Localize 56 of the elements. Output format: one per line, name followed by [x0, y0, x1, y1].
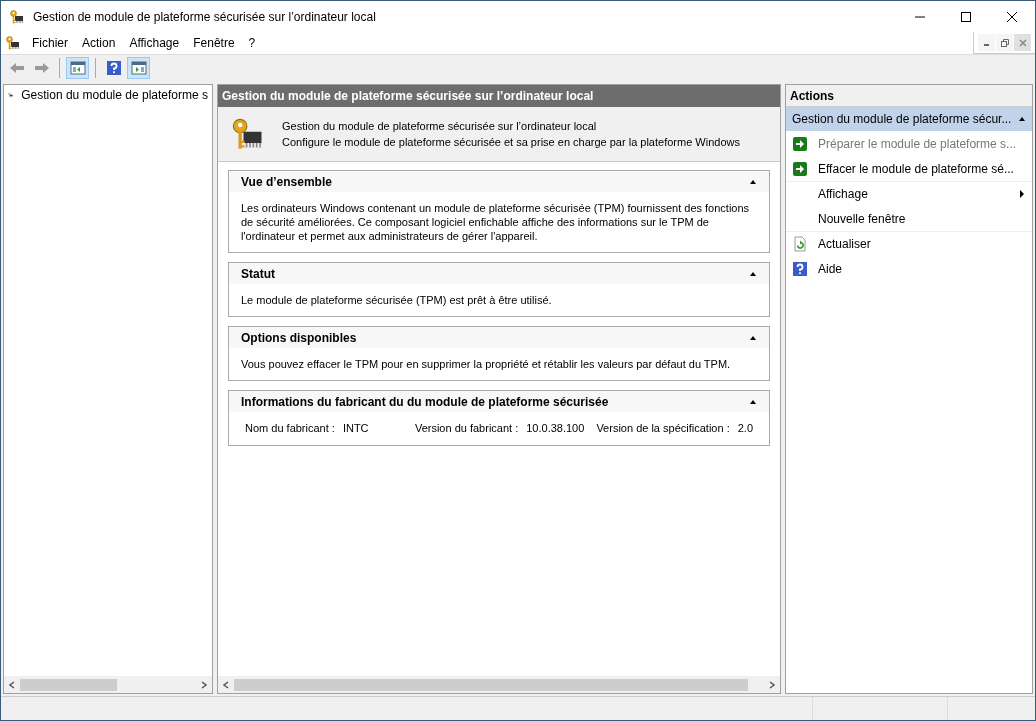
scroll-thumb[interactable] — [20, 678, 117, 691]
help-icon — [792, 260, 808, 277]
child-close-button[interactable] — [1014, 34, 1031, 51]
help-icon — [105, 59, 122, 76]
menu-item[interactable]: Fichier — [25, 34, 75, 52]
window-title: Gestion de module de plateforme sécurisée sur l’ordinateur local — [33, 8, 377, 26]
intro-text: Configure le module de plateforme sécurisée et sa prise en charge par la plateforme Windows — [282, 135, 740, 150]
scroll-left-icon[interactable] — [222, 680, 230, 689]
tree-item[interactable]: Gestion du module de plateforme s — [4, 85, 212, 105]
child-restore-button[interactable] — [996, 34, 1013, 51]
field-value: 2.0 — [737, 421, 753, 436]
field-value: 10.0.38.100 — [526, 421, 585, 436]
command-entry[interactable]: Affichage — [786, 181, 1032, 206]
actions-header: Actions — [786, 85, 1032, 107]
child-minimize-button[interactable] — [978, 34, 995, 51]
intro-text: Gestion du module de plateforme sécurisée sur l’ordinateur local — [282, 118, 598, 134]
field-value: INTC — [342, 421, 369, 436]
command-entry[interactable]: Aide — [786, 256, 1032, 281]
scroll-right-icon[interactable] — [200, 680, 208, 689]
toolbar-button[interactable] — [66, 56, 89, 79]
pane-toggle-icon — [130, 59, 147, 76]
maximize-icon — [961, 11, 971, 22]
section-title: Statut — [241, 265, 275, 283]
menu-item[interactable]: Fenêtre — [186, 34, 242, 52]
section-text: Vous pouvez effacer le TPM pour en supprimer la propriété et rétablir les valeurs par défaut du TPM. — [241, 358, 731, 370]
field-label: Version du fabricant : — [414, 421, 519, 436]
restore-icon — [1000, 38, 1009, 47]
pane-header: Gestion du module de plateforme sécurisée sur l’ordinateur local — [218, 85, 780, 107]
actions-group-header[interactable]: Gestion du module de plateforme sécur... — [786, 107, 1032, 131]
menu-item[interactable]: ? — [241, 34, 263, 52]
field-label: Nom du fabricant : — [245, 421, 335, 436]
section-title: Informations du fabricant du du module de plateforme sécurisée — [241, 393, 609, 411]
key-chip-icon — [9, 8, 25, 25]
collapse-icon[interactable] — [1018, 115, 1026, 123]
section-text: Le module de plateforme sécurisée (TPM) est prêt à être utilisé. — [241, 294, 552, 306]
menu-item[interactable]: Action — [75, 34, 123, 52]
horizontal-scrollbar[interactable] — [218, 676, 780, 693]
menu-item[interactable]: Affichage — [122, 34, 187, 52]
close-icon — [1018, 38, 1027, 47]
key-chip-icon — [5, 35, 21, 51]
horizontal-scrollbar[interactable] — [4, 676, 212, 693]
command-entry[interactable]: Effacer le module de plateforme sé... — [786, 156, 1032, 181]
submenu-arrow-icon — [1018, 190, 1026, 198]
scroll-right-icon[interactable] — [768, 680, 776, 689]
section-text: Les ordinateurs Windows contenant un module de plateforme sécurisée (TPM) fournissent des fonctions de sécurité améliorées. Ce composant logiciel enfichable affiche des informations sur le TPM de l'ordinateur et permet aux administrateurs de gérer l'appareil. — [241, 202, 750, 242]
command-entry[interactable]: Nouvelle fenêtre — [786, 206, 1032, 231]
section-title: Vue d’ensemble — [241, 173, 332, 191]
close-icon — [1007, 11, 1017, 22]
pane-toggle-icon — [69, 59, 86, 76]
command-entry[interactable]: Actualiser — [786, 231, 1032, 256]
field-label: Version de la spécification : — [596, 421, 730, 436]
section-title: Options disponibles — [241, 329, 357, 347]
toolbar-button[interactable] — [127, 56, 150, 79]
refresh-icon — [792, 236, 808, 252]
scroll-left-icon[interactable] — [8, 680, 16, 689]
scroll-thumb[interactable] — [234, 678, 749, 691]
